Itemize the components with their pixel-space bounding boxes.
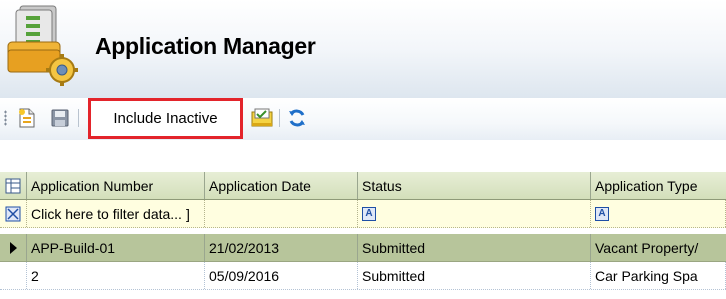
filter-cell-status[interactable]: A <box>358 200 591 227</box>
cell-application-type[interactable]: Car Parking Spa <box>591 262 726 289</box>
filter-bracket: ] <box>185 205 190 222</box>
filter-row: Click here to filter data... ] A A <box>0 200 726 228</box>
application-manager-icon <box>7 5 78 86</box>
row-selector[interactable] <box>0 234 27 261</box>
table-row[interactable]: 2 05/09/2016 Submitted Car Parking Spa <box>0 262 726 290</box>
filter-cell-application-number[interactable]: Click here to filter data... ] <box>27 200 205 227</box>
column-chooser-icon[interactable] <box>0 172 27 199</box>
clear-filter-icon[interactable] <box>0 200 27 227</box>
filter-operator-icon[interactable]: A <box>362 206 376 221</box>
applications-grid: Application Number Application Date Stat… <box>0 172 726 290</box>
cell-application-date[interactable]: 21/02/2013 <box>205 234 358 261</box>
cell-application-date[interactable]: 05/09/2016 <box>205 262 358 289</box>
column-header-application-type[interactable]: Application Type <box>591 172 726 199</box>
current-row-arrow-icon <box>9 241 17 254</box>
filter-cell-application-date[interactable] <box>205 200 358 227</box>
toolbar-grip[interactable] <box>4 110 7 126</box>
column-header-application-number[interactable]: Application Number <box>27 172 205 199</box>
filter-operator-icon[interactable]: A <box>595 206 609 221</box>
new-document-icon[interactable] <box>16 107 38 129</box>
cell-application-number[interactable]: APP-Build-01 <box>27 234 205 261</box>
table-row[interactable]: APP-Build-01 21/02/2013 Submitted Vacant… <box>0 234 726 262</box>
cell-status[interactable]: Submitted <box>358 234 591 261</box>
grid-header-row: Application Number Application Date Stat… <box>0 172 726 200</box>
report-icon[interactable] <box>251 107 273 129</box>
app-header: Application Manager <box>0 0 726 98</box>
filter-placeholder: Click here to filter data... <box>31 205 182 222</box>
cell-application-type[interactable]: Vacant Property/ <box>591 234 726 261</box>
cell-status[interactable]: Submitted <box>358 262 591 289</box>
toolbar-separator <box>279 109 280 127</box>
column-header-application-date[interactable]: Application Date <box>205 172 358 199</box>
refresh-icon[interactable] <box>286 107 308 129</box>
page-title: Application Manager <box>95 33 316 59</box>
column-header-status[interactable]: Status <box>358 172 591 199</box>
toolbar-separator <box>78 109 79 127</box>
save-icon[interactable] <box>49 107 71 129</box>
cell-application-number[interactable]: 2 <box>27 262 205 289</box>
include-inactive-button[interactable]: Include Inactive <box>88 98 243 139</box>
row-selector[interactable] <box>0 262 27 289</box>
filter-cell-application-type[interactable]: A <box>591 200 726 227</box>
